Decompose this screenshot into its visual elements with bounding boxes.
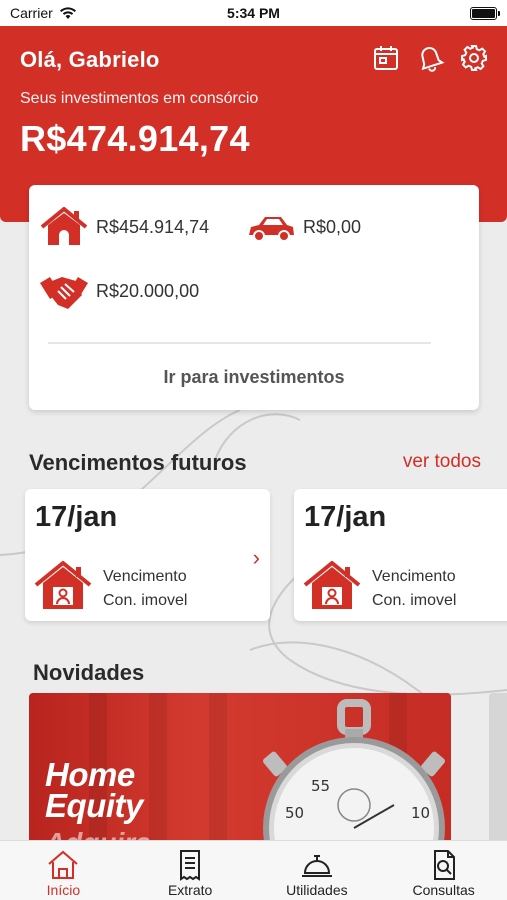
news-title: Novidades: [33, 660, 145, 685]
summary-item-house: R$454.914,74: [38, 205, 209, 249]
go-to-investments-link[interactable]: Ir para investimentos: [29, 367, 479, 388]
summary-value: R$20.000,00: [96, 280, 200, 301]
next-banner[interactable]: [489, 693, 507, 843]
greeting: Olá, Gabrielo: [20, 47, 160, 72]
header-subtitle: Seus investimentos em consórcio: [20, 90, 259, 107]
battery-icon: [470, 7, 500, 20]
banner-title: Home Equity: [45, 756, 143, 824]
due-type: Con. imovel: [103, 592, 188, 609]
svg-text:10: 10: [411, 804, 430, 822]
due-type: Con. imovel: [372, 592, 457, 609]
tab-label: Consultas: [412, 882, 475, 898]
banner-title-line: Equity: [45, 787, 143, 824]
summary-item-car: R$0,00: [245, 205, 361, 249]
handshake-icon: [40, 277, 88, 309]
chevron-right-icon[interactable]: ›: [253, 545, 260, 571]
due-label: Vencimento: [103, 568, 187, 585]
due-card[interactable]: 17/jan Vencimento Con. imovel ›: [25, 489, 270, 621]
home-equity-banner[interactable]: Home Equity Adquira 55 50 10: [29, 693, 451, 843]
due-card[interactable]: 17/jan Vencimento Con. imovel: [294, 489, 507, 621]
clock: 5:34 PM: [227, 5, 280, 21]
svg-text:50: 50: [285, 804, 304, 822]
tab-extrato[interactable]: Extrato: [127, 841, 254, 900]
summary-item-handshake: R$20.000,00: [38, 269, 199, 313]
tab-label: Utilidades: [286, 882, 348, 898]
gear-icon[interactable]: [459, 43, 489, 73]
receipt-icon: [180, 850, 201, 881]
tab-consultas[interactable]: Consultas: [380, 841, 507, 900]
document-search-icon: [433, 850, 455, 880]
header-actions: [371, 43, 489, 73]
due-label: Vencimento: [372, 568, 456, 585]
upcoming-due-title: Vencimentos futuros: [29, 450, 247, 475]
total-invested: R$474.914,74: [20, 118, 250, 159]
house-person-icon: [303, 561, 361, 609]
service-bell-icon: [301, 855, 332, 877]
investments-summary-card: R$454.914,74 R$0,00 R$20.000,00 Ir para …: [29, 185, 479, 410]
due-description: Vencimento Con. imovel: [372, 565, 456, 613]
svg-text:55: 55: [311, 777, 330, 795]
house-icon: [40, 207, 88, 245]
divider: [48, 342, 431, 344]
tab-inicio[interactable]: Início: [0, 841, 127, 900]
calendar-icon[interactable]: [371, 43, 401, 73]
due-date: 17/jan: [304, 501, 387, 533]
house-person-icon: [34, 561, 92, 609]
bell-icon[interactable]: [415, 43, 445, 73]
tab-utilidades[interactable]: Utilidades: [254, 841, 381, 900]
stopwatch-icon: 55 50 10: [263, 699, 445, 843]
banner-title-line: Home: [45, 756, 135, 793]
tab-label: Início: [46, 882, 81, 898]
home-icon: [48, 850, 79, 879]
car-icon: [249, 217, 294, 242]
status-bar: Carrier 5:34 PM: [0, 0, 507, 26]
summary-value: R$0,00: [303, 216, 362, 237]
see-all-link[interactable]: ver todos: [403, 451, 481, 473]
due-date: 17/jan: [35, 501, 118, 533]
due-description: Vencimento Con. imovel: [103, 565, 187, 613]
summary-value: R$454.914,74: [96, 216, 210, 237]
tab-label: Extrato: [167, 882, 213, 898]
bottom-navigation: Início Extrato Utilidades Consultas: [0, 840, 507, 900]
